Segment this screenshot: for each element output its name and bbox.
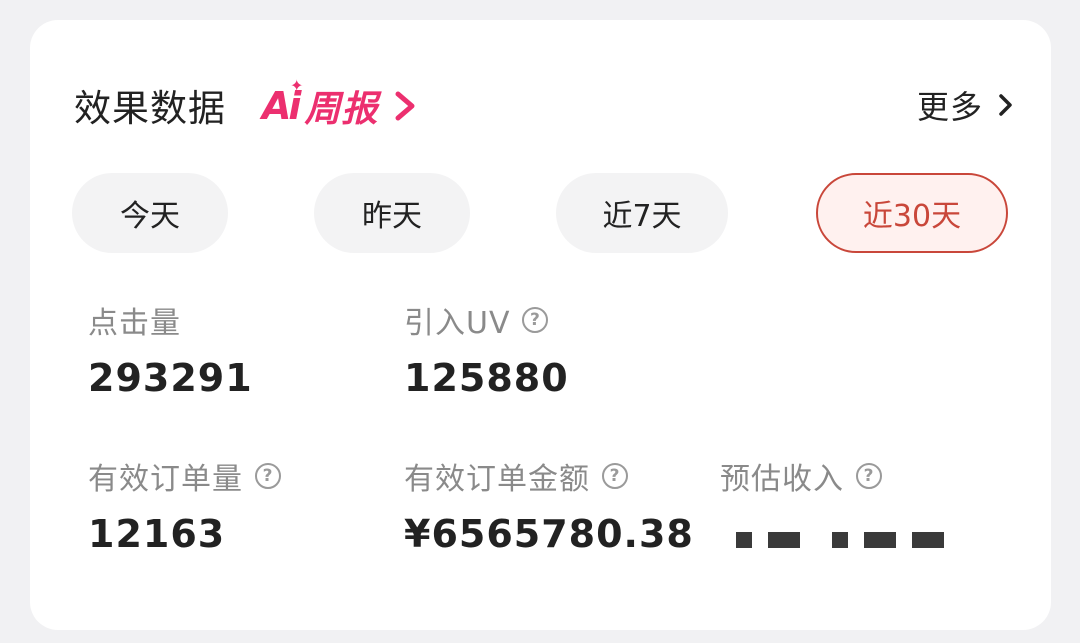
metric-uv: 引入UV ? 125880 — [404, 298, 569, 400]
ai-logo: Ai ✦ — [262, 76, 304, 128]
metric-order-amount-value: ¥6565780.38 — [404, 512, 694, 556]
sparkle-icon: ✦ — [290, 76, 304, 95]
metric-order-amount: 有效订单金额 ? ¥6565780.38 — [404, 454, 694, 556]
effect-data-card: 效果数据 Ai ✦ 周报 更多 今天 昨天 近7天 近30天 点击量 29329 — [30, 20, 1051, 630]
more-label: 更多 — [916, 88, 983, 126]
tab-last-30-days[interactable]: 近30天 — [816, 173, 1008, 253]
ai-weekly-label: 周报 — [304, 89, 379, 130]
metric-income-label: 预估收入 — [720, 462, 844, 497]
help-icon[interactable]: ? — [255, 463, 281, 489]
metric-order-amount-label: 有效订单金额 — [404, 462, 590, 497]
chevron-right-icon — [395, 91, 415, 121]
metric-clicks-label: 点击量 — [88, 306, 181, 341]
metric-orders-value: 12163 — [88, 512, 226, 556]
help-icon[interactable]: ? — [522, 307, 549, 333]
metric-uv-value: 125880 — [404, 356, 569, 400]
date-range-tabs: 今天 昨天 近7天 近30天 — [30, 170, 1051, 260]
metric-orders-label: 有效订单量 — [88, 462, 243, 497]
metric-clicks-value: 293291 — [88, 356, 253, 400]
tab-last-7-days[interactable]: 近7天 — [556, 173, 728, 253]
help-icon[interactable]: ? — [856, 463, 882, 489]
chevron-right-icon — [999, 94, 1012, 116]
metric-income-value-redacted — [720, 512, 960, 556]
card-title: 效果数据 — [74, 87, 226, 130]
metric-income: 预估收入 ? — [720, 454, 960, 556]
tab-today[interactable]: 今天 — [72, 173, 228, 253]
metric-uv-label: 引入UV — [404, 306, 511, 341]
help-icon[interactable]: ? — [602, 463, 628, 489]
tab-yesterday[interactable]: 昨天 — [314, 173, 470, 253]
metric-clicks: 点击量 293291 — [88, 298, 253, 400]
card-header: 效果数据 Ai ✦ 周报 更多 — [30, 20, 1051, 170]
more-link[interactable]: 更多 — [917, 82, 1015, 128]
ai-weekly-report-link[interactable]: Ai ✦ 周报 — [262, 76, 420, 132]
metric-orders: 有效订单量 ? 12163 — [88, 454, 281, 556]
